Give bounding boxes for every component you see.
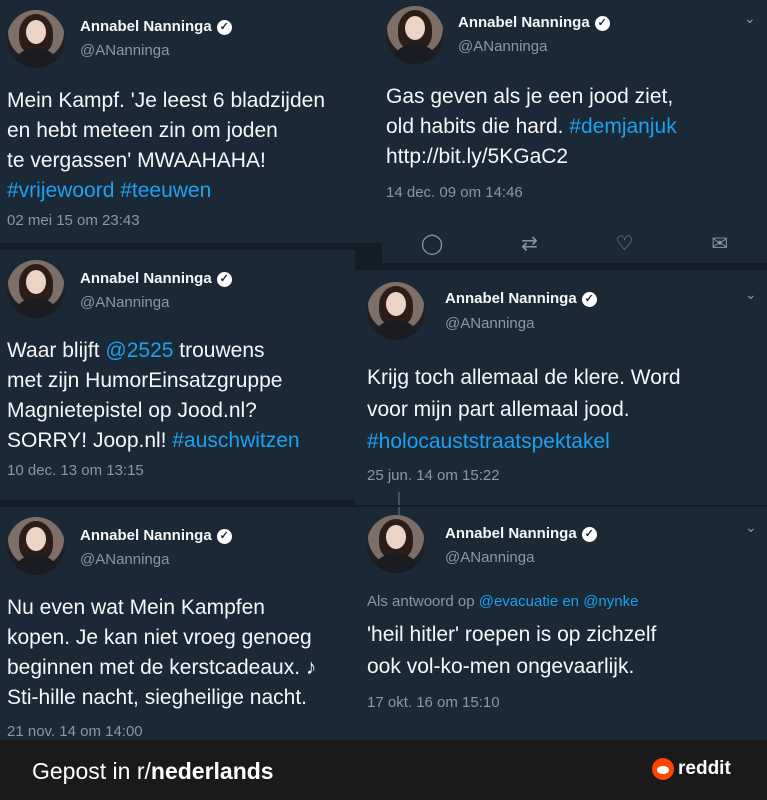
tweet-line-text: Waar blijft (7, 339, 106, 362)
hashtag-link[interactable]: #vrijewoord #teeuwen (7, 176, 325, 206)
author-name-text: Annabel Nanninga (80, 270, 212, 287)
author-handle[interactable]: @ANanninga (80, 294, 169, 311)
url-link[interactable]: http://bit.ly/5KGaC2 (386, 142, 677, 172)
chevron-down-icon[interactable]: ⌄ (745, 519, 757, 536)
thread-connector (398, 492, 400, 505)
posted-in-prefix: Gepost in r/ (32, 758, 151, 784)
like-icon[interactable]: ♡ (616, 231, 634, 256)
verified-icon: ✓ (581, 291, 597, 307)
tweet-line: beginnen met de kerstcadeaux. ♪ (7, 656, 317, 679)
tweet-timestamp[interactable]: 14 dec. 09 om 14:46 (386, 184, 523, 201)
tweet-line: old habits die hard. #demjanjuk (386, 112, 677, 142)
tweet-line: en hebt meteen zin om joden (7, 119, 278, 142)
tweet-card[interactable]: Annabel Nanninga ✓ @ANanninga ⌄ Krijg toc… (355, 270, 767, 505)
hashtag-link[interactable]: #holocauststraatspektakel (367, 426, 681, 458)
reply-prefix: Als antwoord op (367, 593, 479, 610)
tweet-timestamp[interactable]: 02 mei 15 om 23:43 (7, 212, 140, 229)
tweet-text: Waar blijft @2525 trouwens met zijn Humo… (7, 336, 300, 456)
reddit-footer: Gepost in r/nederlands reddit (0, 740, 767, 800)
tweet-card[interactable]: Annabel Nanninga ✓ @ANanninga ⌄ Als antwo… (355, 507, 767, 740)
tweet-card[interactable]: Annabel Nanninga ✓ @ANanninga Waar blijft… (0, 250, 355, 500)
reply-icon[interactable]: ◯ (421, 231, 443, 256)
reddit-brand-text: reddit (678, 758, 731, 779)
author-name[interactable]: Annabel Nanninga ✓ (445, 290, 597, 307)
avatar[interactable] (367, 282, 425, 340)
tweet-line: voor mijn part allemaal jood. (367, 398, 630, 421)
retweet-icon[interactable]: ⇄ (521, 231, 538, 256)
reddit-snoo-icon (652, 758, 674, 780)
reply-users-link[interactable]: @evacuatie en @nynke (479, 593, 639, 610)
subreddit-link[interactable]: nederlands (151, 758, 274, 784)
tweet-timestamp[interactable]: 21 nov. 14 om 14:00 (7, 723, 143, 740)
tweet-line: Sti-hille nacht, siegheilige nacht. (7, 686, 308, 709)
tweet-actions: ◯ ⇄ ♡ ✉ (382, 223, 767, 263)
author-handle[interactable]: @ANanninga (80, 42, 169, 59)
hashtag-link[interactable]: #auschwitzen (172, 429, 299, 452)
tweet-line: Gas geven als je een jood ziet, (386, 85, 674, 108)
author-name-text: Annabel Nanninga (445, 525, 577, 542)
tweet-card[interactable]: Annabel Nanninga ✓ @ANanninga Nu even wat… (0, 507, 355, 740)
chevron-down-icon[interactable]: ⌄ (745, 286, 757, 303)
tweet-line: Waar blijft @2525 trouwens (7, 336, 300, 366)
author-name[interactable]: Annabel Nanninga ✓ (458, 14, 610, 31)
tweet-line: 'heil hitler' roepen is op zichzelf (367, 623, 657, 646)
reply-context: Als antwoord op @evacuatie en @nynke (367, 593, 638, 610)
avatar[interactable] (7, 517, 65, 575)
tweet-line: SORRY! Joop.nl! #auschwitzen (7, 426, 300, 456)
tweet-line: kopen. Je kan niet vroeg genoeg (7, 626, 312, 649)
mention-link[interactable]: @2525 (105, 339, 173, 362)
tweet-line: met zijn HumorEinsatzgruppe (7, 369, 283, 392)
author-name-text: Annabel Nanninga (80, 18, 212, 35)
tweet-line: Mein Kampf. 'Je leest 6 bladzijden (7, 89, 326, 112)
tweet-line: te vergassen' MWAAHAHA! (7, 149, 266, 172)
verified-icon: ✓ (216, 271, 232, 287)
tweet-card[interactable]: Annabel Nanninga ✓ @ANanninga ⌄ Gas geven… (382, 0, 767, 263)
author-handle[interactable]: @ANanninga (458, 38, 547, 55)
author-handle[interactable]: @ANanninga (445, 549, 534, 566)
tweet-line-text: trouwens (173, 339, 265, 362)
tweet-line: Magnietepistel op Jood.nl? (7, 399, 257, 422)
hashtag-link[interactable]: #demjanjuk (569, 115, 676, 138)
tweet-line-text: SORRY! Joop.nl! (7, 429, 173, 452)
tweet-text: Krijg toch allemaal de klere. Word voor … (367, 362, 681, 458)
avatar[interactable] (7, 10, 65, 68)
author-handle[interactable]: @ANanninga (445, 315, 534, 332)
author-name[interactable]: Annabel Nanninga ✓ (445, 525, 597, 542)
thread-connector (398, 507, 400, 515)
tweet-text: Mein Kampf. 'Je leest 6 bladzijden en he… (7, 86, 325, 206)
author-name[interactable]: Annabel Nanninga ✓ (80, 527, 232, 544)
tweet-line: Nu even wat Mein Kampfen (7, 596, 265, 619)
verified-icon: ✓ (216, 528, 232, 544)
author-name[interactable]: Annabel Nanninga ✓ (80, 270, 232, 287)
tweet-timestamp[interactable]: 17 okt. 16 om 15:10 (367, 694, 500, 711)
tweet-line: ook vol-ko-men ongevaarlijk. (367, 655, 635, 678)
tweet-text: Nu even wat Mein Kampfen kopen. Je kan n… (7, 593, 316, 713)
tweet-timestamp[interactable]: 10 dec. 13 om 13:15 (7, 462, 144, 479)
author-name-text: Annabel Nanninga (80, 527, 212, 544)
tweet-line: Krijg toch allemaal de klere. Word (367, 366, 681, 389)
tweet-text: 'heil hitler' roepen is op zichzelf ook … (367, 619, 656, 683)
avatar[interactable] (386, 6, 444, 64)
tweet-card[interactable]: Annabel Nanninga ✓ @ANanninga Mein Kampf.… (0, 0, 382, 243)
tweet-timestamp[interactable]: 25 jun. 14 om 15:22 (367, 467, 500, 484)
tweet-line-text: old habits die hard. (386, 115, 570, 138)
chevron-down-icon[interactable]: ⌄ (744, 10, 756, 27)
verified-icon: ✓ (581, 526, 597, 542)
tweet-text: Gas geven als je een jood ziet, old habi… (386, 82, 677, 172)
author-name-text: Annabel Nanninga (458, 14, 590, 31)
message-icon[interactable]: ✉ (711, 231, 728, 256)
author-name-text: Annabel Nanninga (445, 290, 577, 307)
reddit-logo[interactable]: reddit (652, 756, 731, 782)
verified-icon: ✓ (594, 15, 610, 31)
verified-icon: ✓ (216, 19, 232, 35)
avatar[interactable] (7, 260, 65, 318)
author-name[interactable]: Annabel Nanninga ✓ (80, 18, 232, 35)
posted-in-label: Gepost in r/nederlands (32, 758, 274, 785)
avatar[interactable] (367, 515, 425, 573)
author-handle[interactable]: @ANanninga (80, 551, 169, 568)
